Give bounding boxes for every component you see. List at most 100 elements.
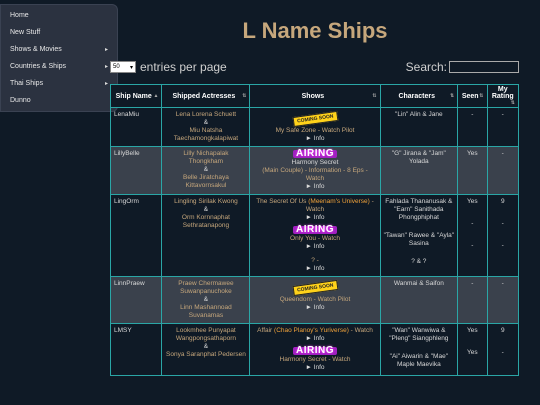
- info-toggle[interactable]: ► Info: [253, 135, 376, 143]
- header-label: Shipped Actresses: [172, 92, 236, 100]
- actress-name: Orm Kornnaphat Sethratanapong: [181, 214, 230, 229]
- show-link[interactable]: Affair: [257, 327, 272, 334]
- chevron-right-icon: ▸: [104, 64, 108, 70]
- actress-name: Belle Jiratchaya Kittavornsakul: [182, 174, 229, 189]
- actress-name: Lena Lorena Schuett: [175, 111, 237, 118]
- seen-cell: Yes: [457, 146, 488, 195]
- header-label: My Rating: [491, 86, 514, 100]
- watch-link[interactable]: - Watch: [349, 327, 373, 334]
- seen-value: Yes: [467, 349, 478, 356]
- chevron-right-icon: ▸: [104, 81, 108, 87]
- show-link[interactable]: Only You - Watch: [253, 235, 376, 243]
- rating-value: -: [501, 242, 504, 249]
- ampersand: &: [203, 343, 209, 350]
- column-header-characters[interactable]: Characters ⇅: [379, 84, 459, 108]
- header-label: Ship Name: [115, 92, 152, 100]
- ship-name-cell: LinnPraew: [109, 276, 163, 324]
- header-label: Characters: [398, 92, 436, 100]
- show-link[interactable]: The Secret Of Us: [256, 198, 306, 205]
- rating-cell: -: [486, 107, 519, 147]
- characters-cell: Wanmai & Saifon: [379, 276, 459, 324]
- character-pair: "Ai" Aiwarin & "Mae" Maple Maevika: [389, 353, 449, 368]
- character-pair: Fahlada Thananusak & "Earn" Sanithada Ph…: [385, 198, 453, 221]
- table-row: LenaMiu Lena Lorena Schuett & Miu Natsha…: [109, 107, 519, 147]
- info-toggle[interactable]: ► Info: [253, 214, 376, 222]
- info-toggle[interactable]: ► Info: [253, 304, 376, 312]
- character-pair: ? & ?: [411, 258, 427, 265]
- sidebar-item-label: Dunno: [10, 97, 31, 104]
- show-link[interactable]: My Safe Zone - Watch Pilot: [253, 127, 376, 135]
- actress-name: Lookmhee Punyapat Wangpongsathaporn: [175, 327, 236, 342]
- sidebar-item-dunno[interactable]: Dunno: [1, 92, 117, 109]
- actresses-cell: Lookmhee Punyapat Wangpongsathaporn & So…: [161, 323, 251, 376]
- ship-name-cell: LenaMiu: [109, 107, 163, 147]
- sort-icon: ⇅: [479, 92, 484, 99]
- shows-cell: COMING SOON Queendom - Watch Pilot ► Inf…: [249, 276, 381, 324]
- show-link[interactable]: ? -: [253, 257, 376, 265]
- sidebar-item-label: Thai Ships: [10, 80, 44, 87]
- entries-select[interactable]: 50 ▾: [110, 61, 136, 73]
- table-header-row: Ship Name ▲ Shipped Actresses ⇅ Shows ⇅ Cha…: [109, 84, 519, 108]
- show-entry: The Secret Of Us (Meenam's Universe) - W…: [253, 198, 376, 222]
- column-header-seen[interactable]: Seen ⇅: [457, 84, 488, 108]
- sort-icon: ⇅: [510, 100, 515, 106]
- table-controls: 50 ▾ entries per page Search:: [110, 60, 519, 74]
- sidebar-item-label: Countries & Ships: [10, 63, 67, 70]
- info-toggle[interactable]: ► Info: [253, 183, 376, 191]
- show-details[interactable]: (Main Couple) - Information - 8 Eps - Wa…: [253, 167, 376, 183]
- sort-icon: ⇅: [242, 92, 247, 99]
- rating-cell: -: [486, 146, 519, 195]
- column-header-ship-name[interactable]: Ship Name ▲: [109, 84, 163, 108]
- column-header-actresses[interactable]: Shipped Actresses ⇅: [161, 84, 251, 108]
- actress-name: Lilly Nichapalak Thongkham: [183, 150, 229, 165]
- characters-cell: "Lin" Alin & Jane: [379, 107, 459, 147]
- ampersand: &: [203, 206, 209, 213]
- ship-name-cell: LillyBelle: [109, 146, 163, 195]
- table-row: LillyBelle Lilly Nichapalak Thongkham & …: [109, 146, 519, 195]
- ampersand: &: [203, 296, 209, 303]
- info-toggle[interactable]: ► Info: [253, 364, 376, 372]
- rating-cell: 9 -: [486, 323, 519, 376]
- table-row: LinnPraew Praew Chermawee Suwanpanuchoke…: [109, 276, 519, 324]
- search-input[interactable]: [449, 61, 519, 73]
- shows-cell: Affair (Chao Planoy's Yuriverse) - Watch…: [249, 323, 381, 376]
- show-link[interactable]: Harmony Secret: [253, 159, 376, 167]
- ships-table: Ship Name ▲ Shipped Actresses ⇅ Shows ⇅ Cha…: [109, 84, 519, 376]
- show-link[interactable]: Harmony Secret - Watch: [253, 356, 376, 364]
- info-toggle[interactable]: ► Info: [253, 265, 376, 273]
- entries-select-value: 50: [113, 64, 120, 70]
- seen-value: Yes: [467, 327, 478, 334]
- actresses-cell: Lena Lorena Schuett & Miu Natsha Taecham…: [161, 107, 251, 147]
- sidebar-item-thai-ships[interactable]: Thai Ships ▸: [1, 75, 117, 92]
- header-label: Shows: [301, 92, 325, 100]
- seen-cell: Yes - -: [457, 194, 488, 277]
- sidebar-item-label: Shows & Movies: [10, 46, 62, 53]
- actresses-cell: Praew Chermawee Suwanpanuchoke & Linn Ma…: [161, 276, 251, 324]
- characters-cell: Fahlada Thananusak & "Earn" Sanithada Ph…: [379, 194, 459, 277]
- rating-value: 9: [500, 198, 505, 205]
- search-label: Search:: [405, 60, 447, 74]
- coming-soon-badge: COMING SOON: [292, 110, 338, 128]
- page-title: L Name Ships: [242, 18, 388, 43]
- rating-value: 9: [500, 327, 505, 334]
- universe-link[interactable]: (Chao Planoy's Yuriverse): [274, 327, 349, 334]
- table-row: LMSY Lookmhee Punyapat Wangpongsathaporn…: [109, 323, 519, 376]
- airing-badge: AIRING: [293, 346, 337, 356]
- universe-link[interactable]: (Meenam's Universe): [308, 198, 370, 205]
- column-header-rating[interactable]: My Rating ⇅: [486, 84, 519, 108]
- shows-cell: AIRING Harmony Secret (Main Couple) - In…: [249, 146, 381, 195]
- airing-badge: AIRING: [293, 225, 337, 235]
- seen-value: -: [471, 220, 474, 227]
- column-header-shows[interactable]: Shows ⇅: [249, 84, 381, 108]
- character-pair: "Wan" Wanwiwa & "Pleng" Siangphleng: [389, 327, 449, 342]
- show-link[interactable]: Queendom - Watch Pilot: [253, 296, 376, 304]
- info-toggle[interactable]: ► Info: [253, 243, 376, 251]
- ship-name-cell: LMSY: [109, 323, 163, 376]
- sidebar-item-countries-ships[interactable]: Countries & Ships ▸: [1, 58, 117, 75]
- rating-value: -: [501, 349, 504, 356]
- info-toggle[interactable]: ► Info: [253, 335, 376, 343]
- rating-cell: -: [486, 276, 519, 324]
- rating-value: -: [501, 220, 504, 227]
- rating-cell: 9 - -: [486, 194, 519, 277]
- search-box: Search:: [406, 60, 519, 74]
